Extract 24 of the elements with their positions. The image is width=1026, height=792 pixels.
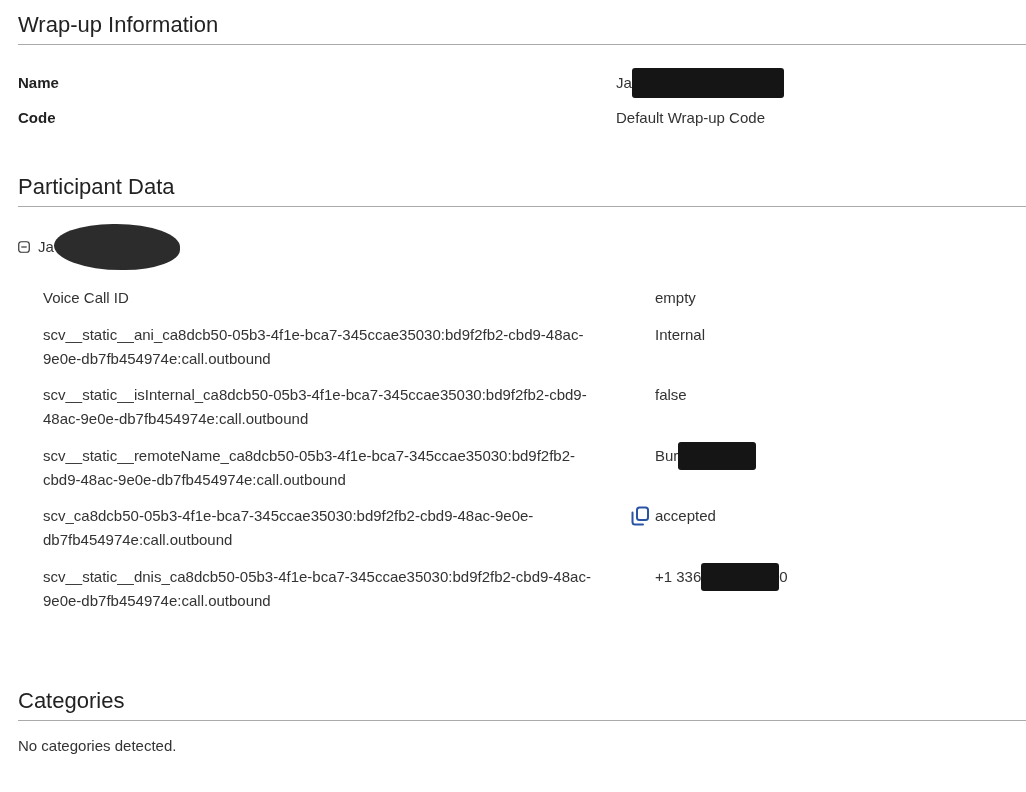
empty-message: No categories detected. — [18, 737, 177, 754]
attribute-value: 0 — [779, 566, 788, 587]
field-value: Ja — [616, 72, 632, 93]
attribute-value: Internal — [655, 324, 706, 345]
attribute-key: scv__static__dnis_ca8dcb50-05b3-4f1e-bca7-345ccae35030:bd9f2fb2-cbd9-48ac-9e0e-db7fb454974e:call.outbound — [43, 564, 600, 613]
section-heading: Participant Data — [18, 162, 1026, 207]
copy-icon[interactable] — [630, 506, 650, 526]
field-value: Default Wrap-up Code — [616, 107, 765, 128]
attribute-key: Voice Call ID — [43, 286, 600, 310]
attribute-key: scv__static__ani_ca8dcb50-05b3-4f1e-bca7-345ccae35030:bd9f2fb2-cbd9-48ac-9e0e-db7fb454974e:call.outbound — [43, 322, 600, 371]
minus-square-icon[interactable] — [18, 241, 30, 253]
attribute-key: scv__static__isInternal_ca8dcb50-05b3-4f1e-bca7-345ccae35030:bd9f2fb2-cbd9-48ac-9e0e-db7fb454974e:call.outbound — [43, 383, 600, 431]
attribute-key: scv__static__remoteName_ca8dcb50-05b3-4f1e-bca7-345ccae35030:bd9f2fb2-cbd9-48ac-9e0e-db7fb454974e:call.outbound — [43, 443, 600, 492]
field-label: Code — [18, 107, 56, 128]
section-heading: Categories — [18, 676, 1026, 721]
attribute-value: false — [655, 385, 687, 405]
attribute-value: accepted — [655, 506, 716, 526]
field-label: Name — [18, 72, 59, 93]
attribute-value: empty — [655, 288, 696, 308]
section-heading: Wrap-up Information — [18, 0, 1026, 45]
attribute-key: scv_ca8dcb50-05b3-4f1e-bca7-345ccae35030:bd9f2fb2-cbd9-48ac-9e0e-db7fb454974e:call.outbound — [43, 504, 600, 552]
attribute-value: Bur — [655, 445, 679, 466]
participant-name: Ja — [38, 237, 54, 257]
attribute-value: +1 336 — [655, 566, 702, 587]
